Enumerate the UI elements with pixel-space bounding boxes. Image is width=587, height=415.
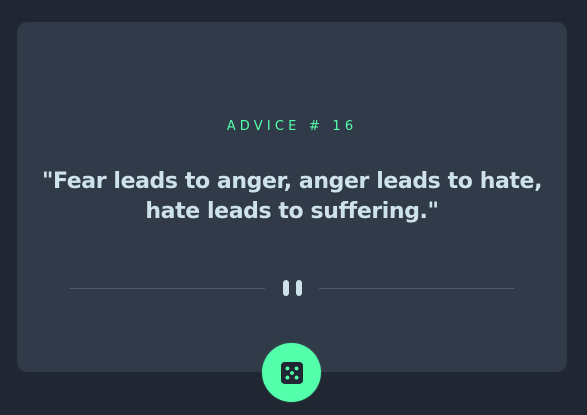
pause-icon bbox=[283, 280, 305, 297]
new-advice-button[interactable] bbox=[262, 343, 321, 402]
divider-line-left bbox=[70, 288, 265, 289]
divider bbox=[70, 280, 514, 296]
pause-bar-left bbox=[283, 280, 289, 296]
dice-icon bbox=[280, 361, 303, 384]
advice-heading: ADVICE # 16 bbox=[226, 119, 358, 134]
advice-quote: "Fear leads to anger, anger leads to hat… bbox=[41, 169, 543, 224]
divider-line-right bbox=[319, 288, 514, 289]
advice-card: ADVICE # 16 "Fear leads to anger, anger … bbox=[17, 22, 567, 372]
pause-bar-right bbox=[296, 280, 302, 296]
